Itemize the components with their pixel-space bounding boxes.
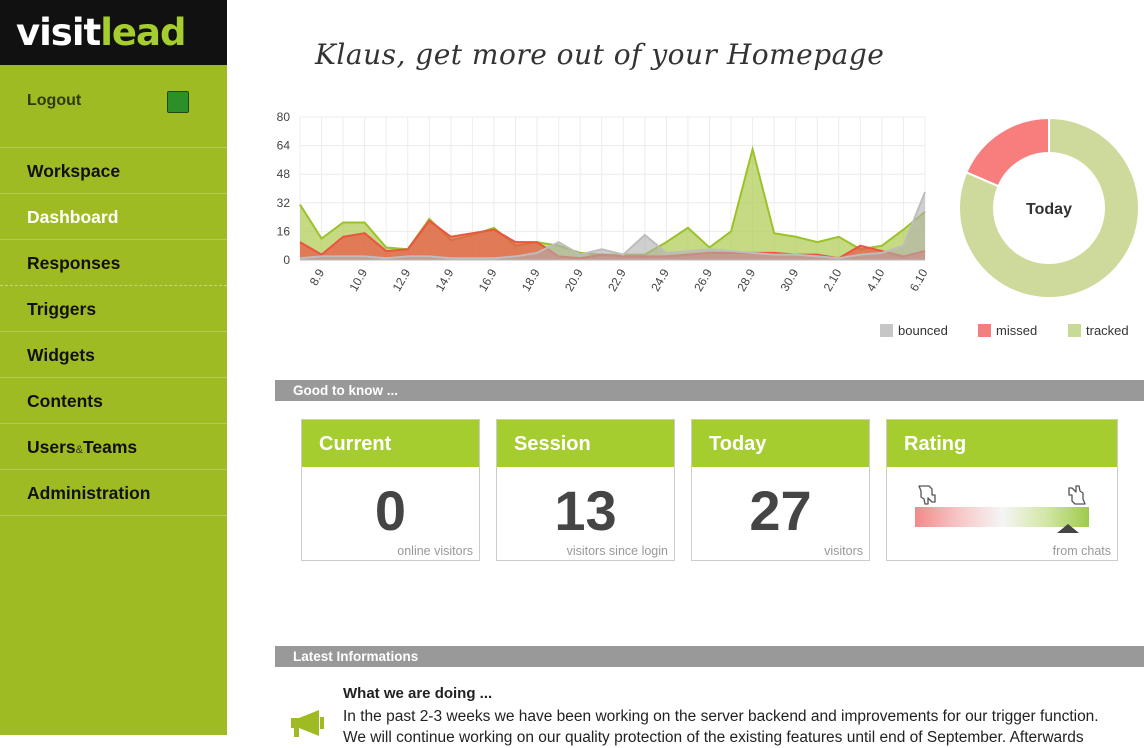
card-session-value: 13 (554, 479, 617, 542)
x-tick-label: 6.10 (907, 266, 931, 294)
card-today-value: 27 (749, 479, 812, 542)
brand-logo[interactable]: visit lead (0, 0, 227, 65)
good-to-know-header: Good to know ... (275, 380, 1144, 401)
card-rating-caption: from chats (1052, 544, 1111, 558)
logout-row: Logout (0, 65, 227, 148)
card-current-value: 0 (374, 479, 407, 542)
legend-swatch-tracked (1068, 324, 1081, 337)
legend-swatch-missed (978, 324, 991, 337)
x-tick-label: 26.9 (691, 266, 715, 294)
thumbs-up-icon (1068, 485, 1086, 505)
nav-teams-label: Teams (83, 437, 138, 457)
latest-item-text-line2: We will continue working on our quality … (343, 729, 1084, 746)
nav-amp: & (75, 444, 83, 456)
card-today-caption: visitors (824, 544, 863, 558)
nav-item-dashboard[interactable]: Dashboard (0, 194, 227, 240)
y-tick-label: 48 (277, 167, 291, 181)
legend-swatch-bounced (880, 324, 893, 337)
latest-item-text: In the past 2-3 weeks we have been worki… (343, 706, 1138, 748)
card-current: Current 0 online visitors (301, 419, 480, 561)
x-tick-label: 10.9 (346, 266, 370, 294)
card-session-caption: visitors since login (566, 544, 668, 558)
x-tick-label: 2.10 (821, 266, 845, 294)
legend-item-bounced: bounced (880, 323, 948, 338)
x-tick-label: 24.9 (648, 266, 672, 294)
nav-item-responses[interactable]: Responses (0, 240, 227, 286)
nav-item-triggers[interactable]: Triggers (0, 286, 227, 332)
x-tick-label: 12.9 (390, 266, 414, 294)
main-nav: Workspace Dashboard Responses Triggers W… (0, 148, 227, 516)
y-tick-label: 16 (277, 224, 291, 238)
card-current-caption: online visitors (397, 544, 473, 558)
card-current-title: Current (302, 420, 479, 467)
today-donut-chart: Today (958, 117, 1140, 299)
latest-item-title: What we are doing ... (343, 685, 493, 702)
rating-marker (1057, 524, 1080, 533)
nav-item-widgets[interactable]: Widgets (0, 332, 227, 378)
card-today: Today 27 visitors (691, 419, 870, 561)
legend-item-missed: missed (978, 323, 1037, 338)
x-tick-label: 22.9 (605, 266, 629, 294)
legend-item-tracked: tracked (1068, 323, 1129, 338)
y-tick-label: 80 (277, 110, 291, 124)
x-tick-label: 30.9 (777, 266, 801, 294)
nav-users-label: Users (27, 437, 76, 457)
legend-label-tracked: tracked (1086, 323, 1129, 338)
donut-center-label: Today (1026, 201, 1072, 218)
card-session: Session 13 visitors since login (496, 419, 675, 561)
latest-informations-header: Latest Informations (275, 646, 1144, 667)
x-tick-label: 16.9 (476, 266, 500, 294)
logout-link[interactable]: Logout (27, 92, 81, 110)
x-tick-label: 14.9 (433, 266, 457, 294)
nav-item-workspace[interactable]: Workspace (0, 148, 227, 194)
x-tick-label: 20.9 (562, 266, 586, 294)
sidebar: visit lead Logout Workspace Dashboard Res… (0, 0, 227, 735)
nav-item-contents[interactable]: Contents (0, 378, 227, 424)
status-indicator[interactable] (167, 91, 189, 113)
legend-label-bounced: bounced (898, 323, 948, 338)
legend-label-missed: missed (996, 323, 1038, 338)
line-series-tracked (299, 145, 926, 256)
card-session-title: Session (497, 420, 674, 467)
card-rating: Rating from chats (886, 419, 1118, 561)
y-tick-label: 0 (283, 253, 290, 267)
x-tick-label: 8.9 (307, 266, 328, 288)
x-tick-label: 28.9 (734, 266, 758, 294)
x-tick-label: 18.9 (519, 266, 543, 294)
brand-logo-part2: lead (100, 11, 186, 54)
y-tick-label: 32 (277, 196, 291, 210)
card-rating-title: Rating (887, 420, 1117, 467)
latest-item-text-line1: In the past 2-3 weeks we have been worki… (343, 708, 1099, 725)
thumbs-down-icon (918, 485, 936, 505)
x-tick-label: 4.10 (864, 266, 888, 294)
card-today-title: Today (692, 420, 869, 467)
megaphone-icon (291, 710, 324, 737)
y-tick-label: 64 (277, 139, 291, 153)
visitor-area-chart: 0 16 32 48 64 80 8.9 10.9 12.9 14.9 16.9 18.9 20.9 22… (277, 110, 931, 294)
brand-logo-part1: visit (16, 11, 101, 54)
donut-slice-missed (965, 117, 1050, 188)
nav-item-administration[interactable]: Administration (0, 470, 227, 516)
page-headline: Klaus, get more out of your Homepage (315, 38, 885, 71)
area-series-tracked (300, 149, 925, 260)
nav-item-users-teams[interactable]: Users&Teams (0, 424, 227, 470)
